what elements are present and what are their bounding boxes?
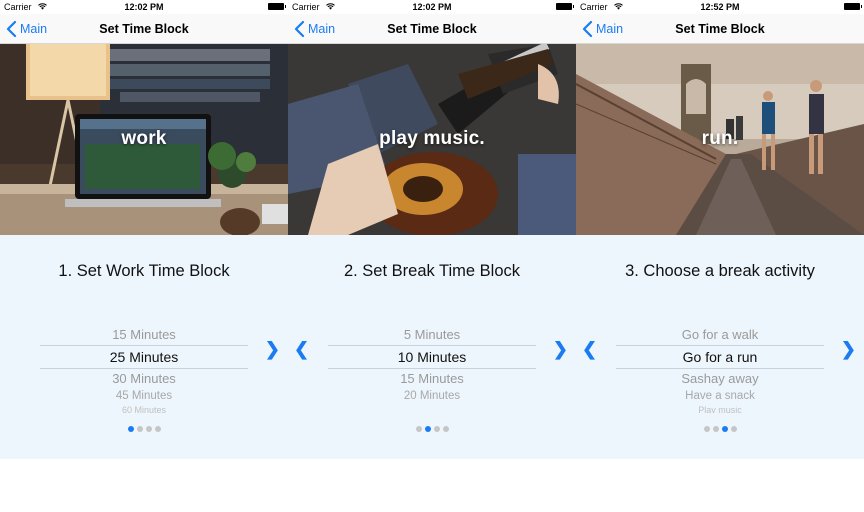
page-dot[interactable]: [424, 426, 431, 432]
nav-title: Set Time Block: [387, 22, 477, 36]
navigation-bar: Main Set Time Block: [288, 14, 576, 44]
page-dot[interactable]: [127, 426, 134, 432]
previous-arrow-button[interactable]: ❮: [294, 339, 309, 360]
page-dot[interactable]: [712, 426, 719, 432]
battery-icon: [556, 3, 574, 10]
picker-option[interactable]: Sashay away: [616, 371, 824, 386]
picker-option-selected[interactable]: 10 Minutes: [328, 349, 536, 365]
step-title: 2. Set Break Time Block: [343, 262, 521, 280]
duration-picker[interactable]: 5 Minutes 10 Minutes 15 Minutes 20 Minut…: [328, 325, 536, 415]
screen-activity: Carrier 12:52 PM Main Set Time Block run…: [576, 0, 864, 459]
picker-divider: [328, 368, 536, 369]
picker-divider: [616, 345, 824, 346]
next-arrow-button[interactable]: ❯: [841, 339, 856, 360]
status-time: 12:52 PM: [700, 2, 740, 12]
picker-option[interactable]: 30 Minutes: [40, 371, 248, 386]
picker-option-selected[interactable]: 25 Minutes: [40, 349, 248, 365]
duration-picker[interactable]: 15 Minutes 25 Minutes 30 Minutes 45 Minu…: [40, 325, 248, 415]
hero-image-music: play music.: [288, 44, 576, 235]
step-title: 3. Choose a break activity: [625, 262, 815, 280]
page-indicator[interactable]: [0, 426, 288, 432]
navigation-bar: Main Set Time Block: [0, 14, 288, 44]
picker-divider: [616, 368, 824, 369]
battery-icon: [844, 3, 862, 10]
page-dot[interactable]: [703, 426, 710, 432]
picker-option[interactable]: Go for a walk: [616, 327, 824, 342]
status-bar: Carrier 12:02 PM: [288, 0, 576, 14]
setup-panel: 1. Set Work Time Block 15 Minutes 25 Min…: [0, 235, 288, 459]
status-time: 12:02 PM: [412, 2, 452, 12]
picker-divider: [40, 368, 248, 369]
setup-panel: 3. Choose a break activity Go for a walk…: [576, 235, 864, 459]
page-dot[interactable]: [154, 426, 161, 432]
picker-option[interactable]: Play music: [616, 405, 824, 413]
hero-word: run.: [701, 128, 739, 149]
hero-image-run: run.: [576, 44, 864, 235]
nav-title: Set Time Block: [99, 22, 189, 36]
picker-divider: [40, 345, 248, 346]
hero-image-work: work: [0, 44, 288, 235]
picker-option[interactable]: 20 Minutes: [328, 390, 536, 402]
activity-picker[interactable]: Go for a walk Go for a run Sashay away H…: [616, 325, 824, 415]
picker-option[interactable]: 45 Minutes: [40, 390, 248, 402]
screen-work: Carrier 12:02 PM Main Set Time Block wor…: [0, 0, 288, 459]
nav-title: Set Time Block: [675, 22, 765, 36]
page-dot[interactable]: [415, 426, 422, 432]
picker-option[interactable]: 15 Minutes: [328, 371, 536, 386]
picker-option[interactable]: 60 Minutes: [40, 405, 248, 413]
page-dot[interactable]: [136, 426, 143, 432]
onboarding-stage: Carrier 12:02 PM Main Set Time Block wor…: [0, 0, 864, 512]
status-time: 12:02 PM: [124, 2, 164, 12]
next-arrow-button[interactable]: ❯: [265, 339, 280, 360]
page-dot[interactable]: [442, 426, 449, 432]
next-arrow-button[interactable]: ❯: [553, 339, 568, 360]
page-indicator[interactable]: [576, 426, 864, 432]
picker-option-selected[interactable]: Go for a run: [616, 349, 824, 365]
navigation-bar: Main Set Time Block: [576, 14, 864, 44]
battery-icon: [268, 3, 286, 10]
picker-option[interactable]: 5 Minutes: [328, 327, 536, 342]
previous-arrow-button[interactable]: ❮: [582, 339, 597, 360]
page-dot[interactable]: [433, 426, 440, 432]
page-indicator[interactable]: [288, 426, 576, 432]
step-title: 1. Set Work Time Block: [58, 262, 230, 280]
hero-word: play music.: [379, 128, 485, 149]
picker-divider: [328, 345, 536, 346]
page-dot[interactable]: [721, 426, 728, 432]
picker-option[interactable]: Have a snack: [616, 390, 824, 402]
setup-panel: 2. Set Break Time Block 5 Minutes 10 Min…: [288, 235, 576, 459]
status-bar: Carrier 12:02 PM: [0, 0, 288, 14]
status-bar: Carrier 12:52 PM: [576, 0, 864, 14]
hero-word: work: [121, 128, 167, 149]
page-dot[interactable]: [730, 426, 737, 432]
screen-break: Carrier 12:02 PM Main Set Time Block pla…: [288, 0, 576, 459]
picker-option[interactable]: 15 Minutes: [40, 327, 248, 342]
page-dot[interactable]: [145, 426, 152, 432]
